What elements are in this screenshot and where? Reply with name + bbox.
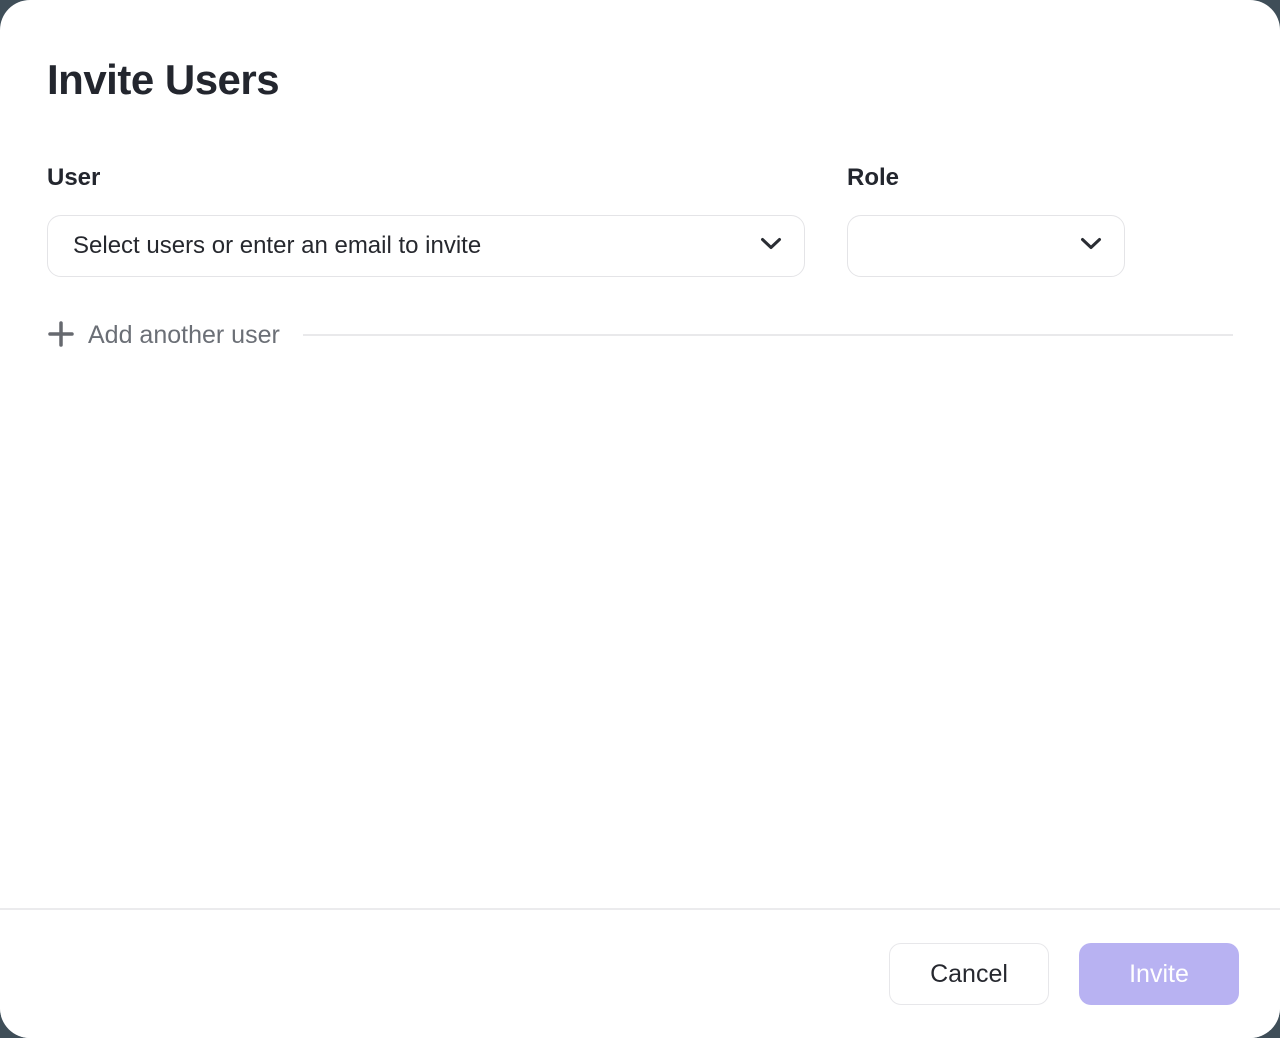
chevron-down-icon	[1080, 237, 1102, 255]
cancel-button[interactable]: Cancel	[889, 943, 1049, 1005]
user-field-group: User Select users or enter an email to i…	[47, 164, 805, 277]
role-label: Role	[847, 164, 1125, 192]
add-another-user-button[interactable]: Add another user	[47, 320, 280, 351]
plus-icon	[47, 320, 75, 351]
user-label: User	[47, 164, 805, 192]
user-select-placeholder: Select users or enter an email to invite	[73, 232, 481, 260]
add-another-user-label: Add another user	[88, 321, 280, 350]
invite-button[interactable]: Invite	[1079, 943, 1239, 1005]
add-user-row: Add another user	[47, 317, 1233, 353]
dialog-body: Invite Users User Select users or enter …	[0, 0, 1280, 353]
invite-form-row: User Select users or enter an email to i…	[47, 164, 1233, 277]
invite-users-dialog: Invite Users User Select users or enter …	[0, 0, 1280, 1038]
divider	[303, 334, 1233, 336]
chevron-down-icon	[760, 237, 782, 255]
role-field-group: Role	[847, 164, 1125, 277]
dialog-footer: Cancel Invite	[0, 908, 1280, 1038]
role-select[interactable]	[847, 215, 1125, 277]
dialog-title: Invite Users	[47, 56, 1233, 104]
user-select[interactable]: Select users or enter an email to invite	[47, 215, 805, 277]
